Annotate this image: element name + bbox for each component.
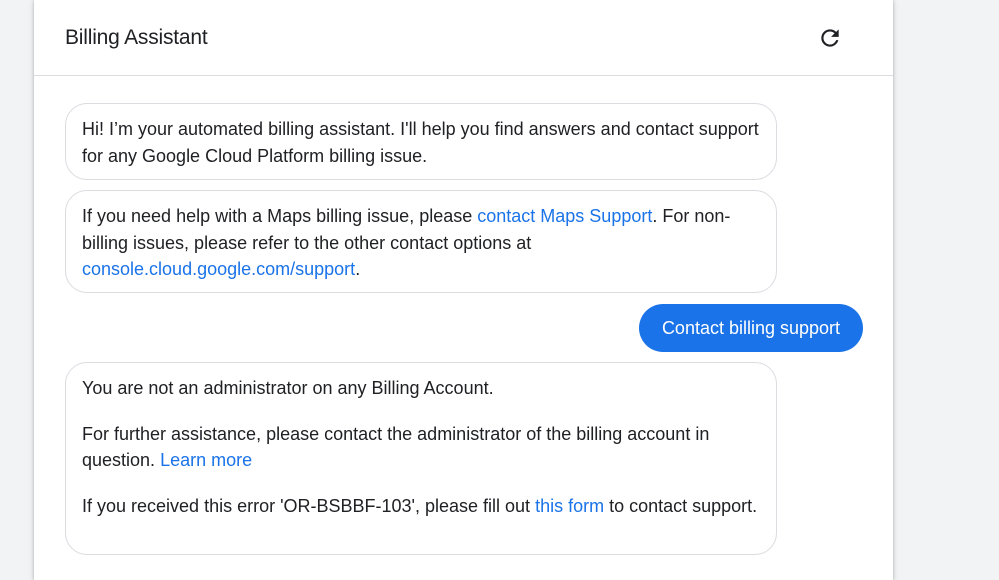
panel-header: Billing Assistant: [34, 0, 893, 76]
maps-text: If you need help with a Maps billing iss…: [82, 203, 760, 283]
maps-text-suffix: .: [355, 259, 361, 279]
console-support-link[interactable]: console.cloud.google.com/support: [82, 259, 355, 279]
assistant-message-admin: You are not an administrator on any Bill…: [65, 362, 777, 555]
contact-billing-support-button[interactable]: Contact billing support: [639, 304, 863, 352]
maps-text-prefix: If you need help with a Maps billing iss…: [82, 206, 478, 226]
assistant-message-greeting: Hi! I’m your automated billing assistant…: [65, 103, 777, 180]
admin-line-2: For further assistance, please contact t…: [82, 421, 760, 474]
assistant-message-maps: If you need help with a Maps billing iss…: [65, 190, 777, 293]
learn-more-link[interactable]: Learn more: [160, 450, 252, 470]
admin-line-3-prefix: If you received this error 'OR-BSBBF-103…: [82, 495, 536, 516]
admin-line-3-suffix: to contact support.: [604, 495, 758, 516]
contact-maps-support-link[interactable]: contact Maps Support: [477, 206, 652, 226]
billing-assistant-panel: Billing Assistant Hi! I’m your automated…: [34, 0, 893, 580]
admin-line-1: You are not an administrator on any Bill…: [82, 378, 494, 398]
greeting-text: Hi! I’m your automated billing assistant…: [82, 119, 759, 166]
panel-title: Billing Assistant: [65, 26, 208, 49]
refresh-icon: [821, 29, 839, 47]
refresh-button[interactable]: [814, 22, 846, 54]
this-form-link[interactable]: this form: [535, 496, 604, 516]
admin-line-3: If you received this error 'OR-BSBBF-103…: [82, 493, 760, 520]
